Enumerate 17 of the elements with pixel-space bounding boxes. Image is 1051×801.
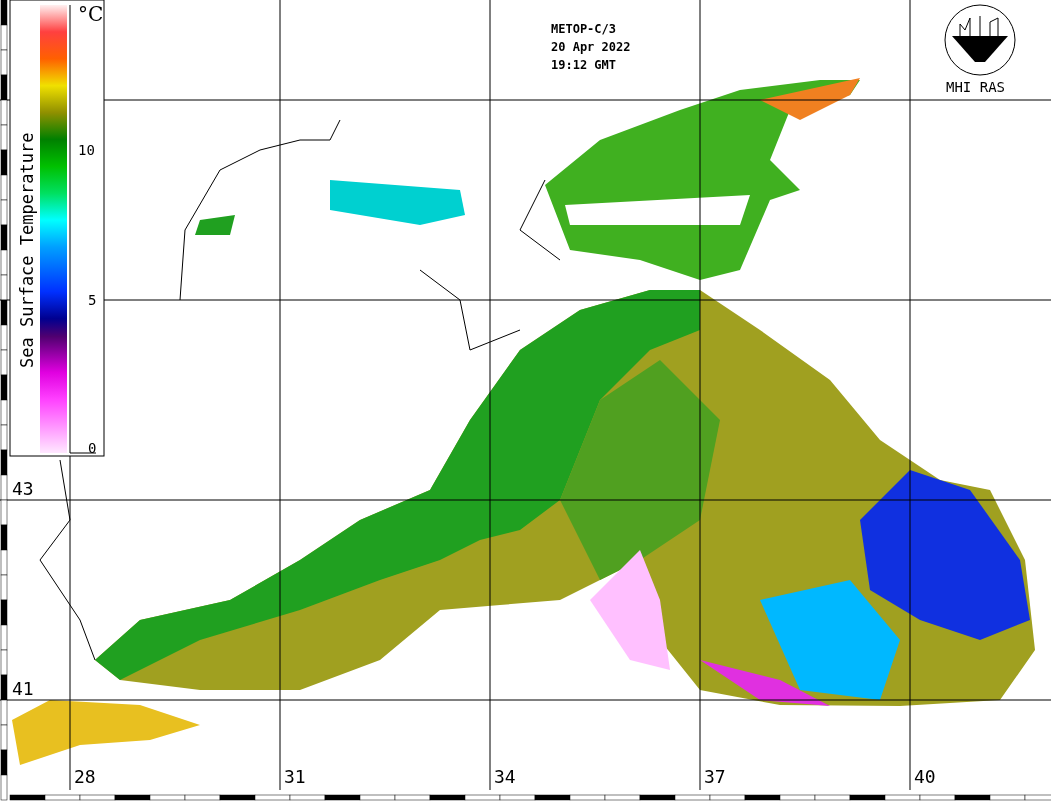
header-text: METOP-C/3 — [551, 22, 617, 36]
logo-label: MHI RAS — [946, 79, 1005, 95]
longitude-label: 34 — [494, 766, 516, 787]
latitude-label: 43 — [12, 478, 34, 499]
scale-tick-label: 10 — [78, 142, 95, 158]
institute-logo-icon — [944, 4, 1016, 76]
longitude-label: 28 — [74, 766, 96, 787]
scale-tick-label: 0 — [88, 440, 97, 456]
header-text: 19:12 GMT — [551, 58, 617, 72]
header-text: 20 Apr 2022 — [551, 40, 631, 54]
scale-tick-label: 5 — [88, 292, 97, 308]
unit-label: °C — [78, 2, 104, 26]
longitude-label: 37 — [704, 766, 726, 787]
scale-title: Sea Surface Temperature — [17, 132, 37, 368]
longitude-label: 31 — [284, 766, 306, 787]
latitude-label: 41 — [12, 678, 34, 699]
longitude-label: 40 — [914, 766, 936, 787]
